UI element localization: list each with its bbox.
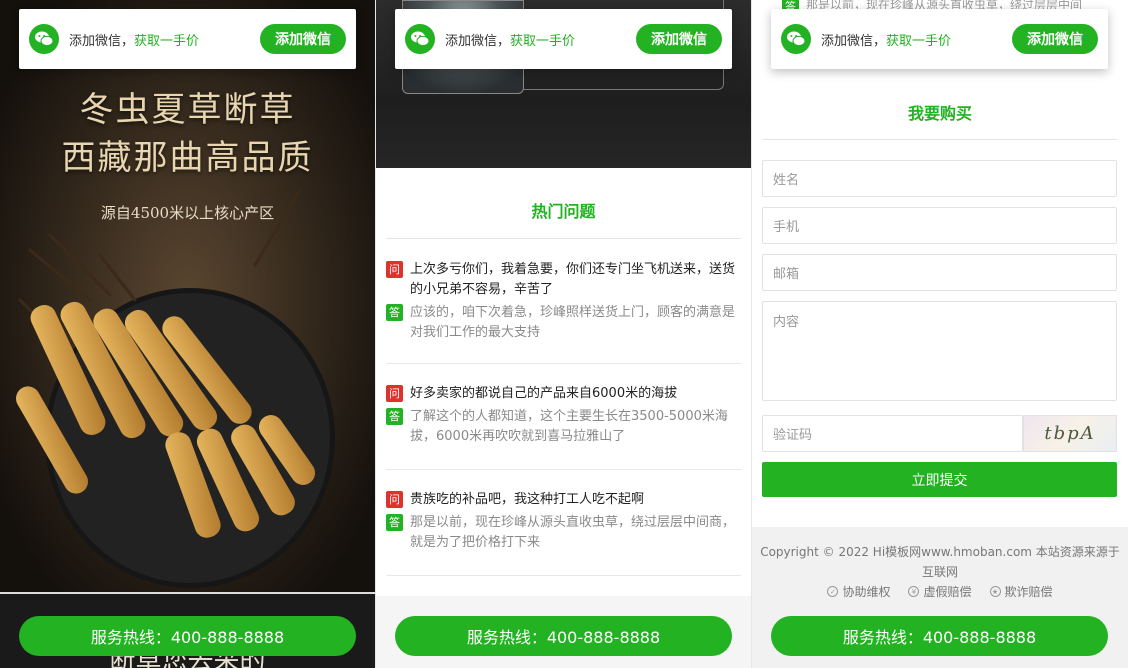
wechat-bar: 添加微信，获取一手价 添加微信	[19, 9, 356, 69]
wechat-icon	[29, 24, 59, 54]
name-field[interactable]: 姓名	[762, 160, 1117, 197]
wechat-prefix: 添加微信，	[445, 33, 511, 49]
answer-tag: 答	[386, 514, 403, 531]
faq-title: 热门问题	[531, 202, 596, 221]
captcha-image[interactable]: tbpA	[1023, 415, 1117, 452]
phone-field[interactable]: 手机	[762, 207, 1117, 244]
add-wechat-button[interactable]: 添加微信	[1012, 24, 1098, 54]
hero-title-line2: 西藏那曲高品质	[61, 138, 314, 178]
answer-tag: 答	[386, 408, 403, 425]
badge-fraud: ★ 欺诈赔偿	[989, 583, 1053, 600]
wechat-prefix: 添加微信，	[821, 33, 887, 49]
assurance-badges: ✓ 协助维权 ¥ 虚假赔偿 ★ 欺诈赔偿	[752, 583, 1128, 600]
badge-rights: ✓ 协助维权	[827, 583, 890, 600]
wechat-bar: 添加微信，获取一手价 添加微信	[395, 9, 732, 69]
hotline-button[interactable]: 服务热线：400-888-8888	[395, 616, 732, 656]
wechat-icon	[405, 24, 435, 54]
question-tag: 问	[386, 385, 403, 402]
faq-divider	[386, 469, 741, 470]
faq-panel: 甄选极草 热门问题 问上次多亏你们，我着急要，你们还专门坐飞机送来，送货的小兄弟…	[376, 0, 751, 668]
faq-question: 贵族吃的补品吧，我这种打工人吃不起啊	[410, 492, 645, 507]
wechat-highlight: 获取一手价	[886, 33, 952, 49]
faq-divider	[386, 363, 741, 364]
captcha-field[interactable]: 验证码	[762, 415, 1023, 452]
wechat-prefix: 添加微信，	[69, 33, 135, 49]
faq-answer: 应该的，咱下次着急，珍峰照样送货上门，顾客的满意是对我们工作的最大支持	[410, 305, 736, 340]
submit-button[interactable]: 立即提交	[762, 462, 1117, 497]
wechat-promo-text: 添加微信，获取一手价	[69, 30, 199, 49]
hero-subtitle: 源自4500米以上核心产区	[100, 204, 275, 222]
purchase-panel: 答那是以前，现在珍峰从源头直收虫草，绕过层层中间 我要购买 姓名 手机 邮箱 内…	[752, 0, 1128, 668]
add-wechat-button[interactable]: 添加微信	[636, 24, 722, 54]
title-divider	[386, 238, 741, 239]
wechat-highlight: 获取一手价	[510, 33, 576, 49]
faq-item: 问好多卖家的都说自己的产品来自6000米的海拔 答了解这个的人都知道，这个主要生…	[386, 384, 741, 447]
add-wechat-button[interactable]: 添加微信	[260, 24, 346, 54]
question-tag: 问	[386, 491, 403, 508]
copyright-text: Copyright © 2022 Hi模板网www.hmoban.com 本站资…	[760, 545, 1120, 579]
badge-label: 欺诈赔偿	[1004, 585, 1053, 599]
wechat-bar: 添加微信，获取一手价 添加微信	[771, 9, 1108, 69]
faq-question: 上次多亏你们，我着急要，你们还专门坐飞机送来，送货的小兄弟不容易，辛苦了	[410, 262, 736, 297]
shield-icon: ✓	[827, 586, 839, 597]
faq-answer: 那是以前，现在珍峰从源头直收虫草，绕过层层中间商，就是为了把价格打下来	[410, 515, 736, 550]
purchase-form-title: 我要购买	[907, 104, 972, 123]
question-tag: 问	[386, 261, 403, 278]
faq-answer: 了解这个的人都知道，这个主要生长在3500-5000米海拔，6000米再吹吹就到…	[410, 409, 728, 444]
badge-label: 虚假赔偿	[923, 585, 972, 599]
title-divider	[762, 139, 1117, 140]
faq-divider	[386, 575, 741, 576]
wechat-highlight: 获取一手价	[134, 33, 200, 49]
badge-fake: ¥ 虚假赔偿	[908, 583, 972, 600]
coin-icon: ¥	[908, 586, 920, 597]
wechat-promo-text: 添加微信，获取一手价	[445, 30, 575, 49]
badge-label: 协助维权	[842, 585, 891, 599]
hero-title-line1: 冬虫夏草断草	[79, 90, 296, 130]
hotline-button[interactable]: 服务热线：400-888-8888	[771, 616, 1108, 656]
wechat-icon	[781, 24, 811, 54]
email-field[interactable]: 邮箱	[762, 254, 1117, 291]
faq-item: 问上次多亏你们，我着急要，你们还专门坐飞机送来，送货的小兄弟不容易，辛苦了 答应…	[386, 260, 741, 343]
hotline-button[interactable]: 服务热线：400-888-8888	[19, 616, 356, 656]
faq-item: 问贵族吃的补品吧，我这种打工人吃不起啊 答那是以前，现在珍峰从源头直收虫草，绕过…	[386, 490, 741, 553]
content-field[interactable]: 内容	[762, 301, 1117, 401]
wechat-promo-text: 添加微信，获取一手价	[821, 30, 951, 49]
faq-question: 好多卖家的都说自己的产品来自6000米的海拔	[410, 386, 678, 401]
answer-tag: 答	[386, 304, 403, 321]
medal-icon: ★	[989, 586, 1001, 597]
hero-panel: 冬虫夏草断草 西藏那曲高品质 源自4500米以上核心产区 断草您去采的 添加微信…	[0, 0, 375, 668]
